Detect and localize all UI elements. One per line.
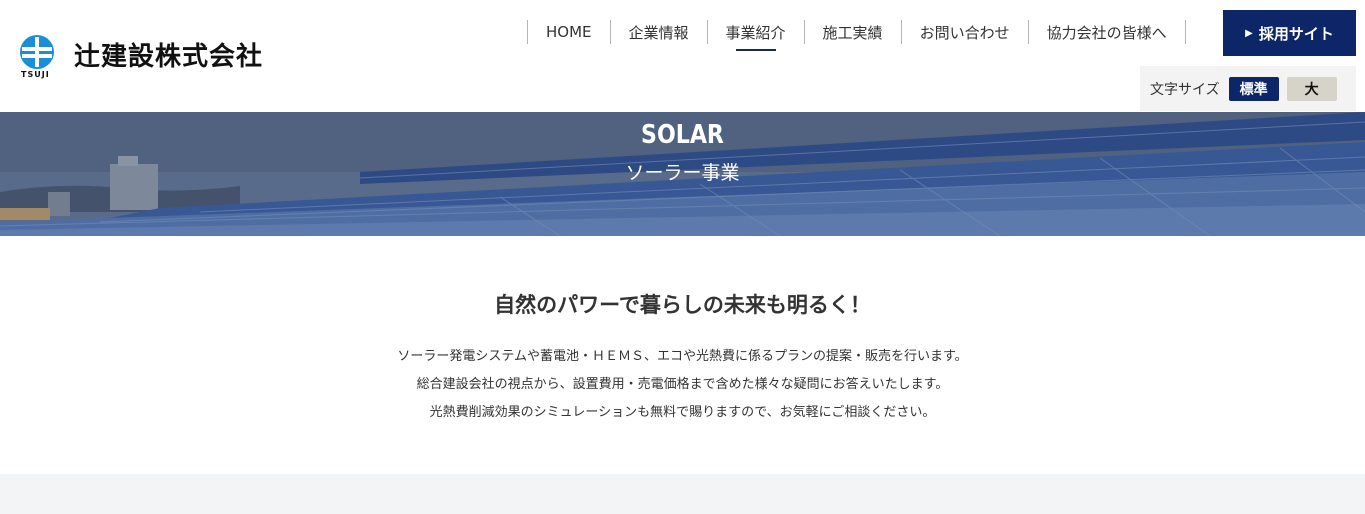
intro-paragraph-1: ソーラー発電システムや蓄電池・ＨＥＭＳ、エコや光熱費に係るプランの提案・販売を行…: [397, 349, 968, 364]
nav-item-home[interactable]: HOME: [527, 20, 610, 44]
intro-paragraph-3: 光熱費削減効果のシミュレーションも無料で賜りますので、お気軽にご相談ください。: [429, 405, 936, 420]
company-name: 辻建設株式会社: [74, 42, 264, 72]
site-header: TSUJI 辻建設株式会社 HOME 企業情報 事業紹介 施工実績 お問い合わせ…: [0, 0, 1365, 112]
hero-subtitle: ソーラー事業: [625, 162, 740, 184]
global-nav: HOME 企業情報 事業紹介 施工実績 お問い合わせ 協力会社の皆様へ: [527, 20, 1186, 44]
hero-title: SOLAR: [641, 120, 724, 150]
hero-banner: SOLAR ソーラー事業: [0, 112, 1365, 236]
play-triangle-icon: ▶: [1245, 27, 1253, 39]
font-size-large-button[interactable]: 大: [1286, 76, 1337, 101]
section-heading: 自然のパワーで暮らしの未来も明るく！: [494, 293, 871, 317]
nav-item-contact[interactable]: お問い合わせ: [900, 20, 1028, 44]
nav-item-company[interactable]: 企業情報: [609, 20, 707, 44]
logo-mark-text: TSUJI: [21, 70, 50, 79]
next-section-band: [0, 474, 1365, 514]
nav-item-partners[interactable]: 協力会社の皆様へ: [1027, 20, 1186, 44]
font-size-standard-button[interactable]: 標準: [1228, 76, 1279, 101]
recruit-button-label: 採用サイト: [1258, 24, 1334, 43]
nav-item-works[interactable]: 施工実績: [803, 20, 901, 44]
font-size-label: 文字サイズ: [1150, 81, 1220, 98]
tsuji-logo-icon: TSUJI: [18, 34, 58, 79]
nav-item-business[interactable]: 事業紹介: [706, 20, 804, 44]
recruit-site-button[interactable]: ▶ 採用サイト: [1223, 10, 1356, 56]
font-size-switcher: 文字サイズ 標準 大: [1140, 66, 1356, 111]
main-content: 自然のパワーで暮らしの未来も明るく！ ソーラー発電システムや蓄電池・ＨＥＭＳ、エ…: [0, 236, 1365, 474]
company-logo[interactable]: TSUJI 辻建設株式会社: [18, 34, 264, 79]
intro-paragraph-2: 総合建設会社の視点から、設置費用・売電価格まで含めた様々な疑問にお答えいたします…: [416, 377, 949, 392]
